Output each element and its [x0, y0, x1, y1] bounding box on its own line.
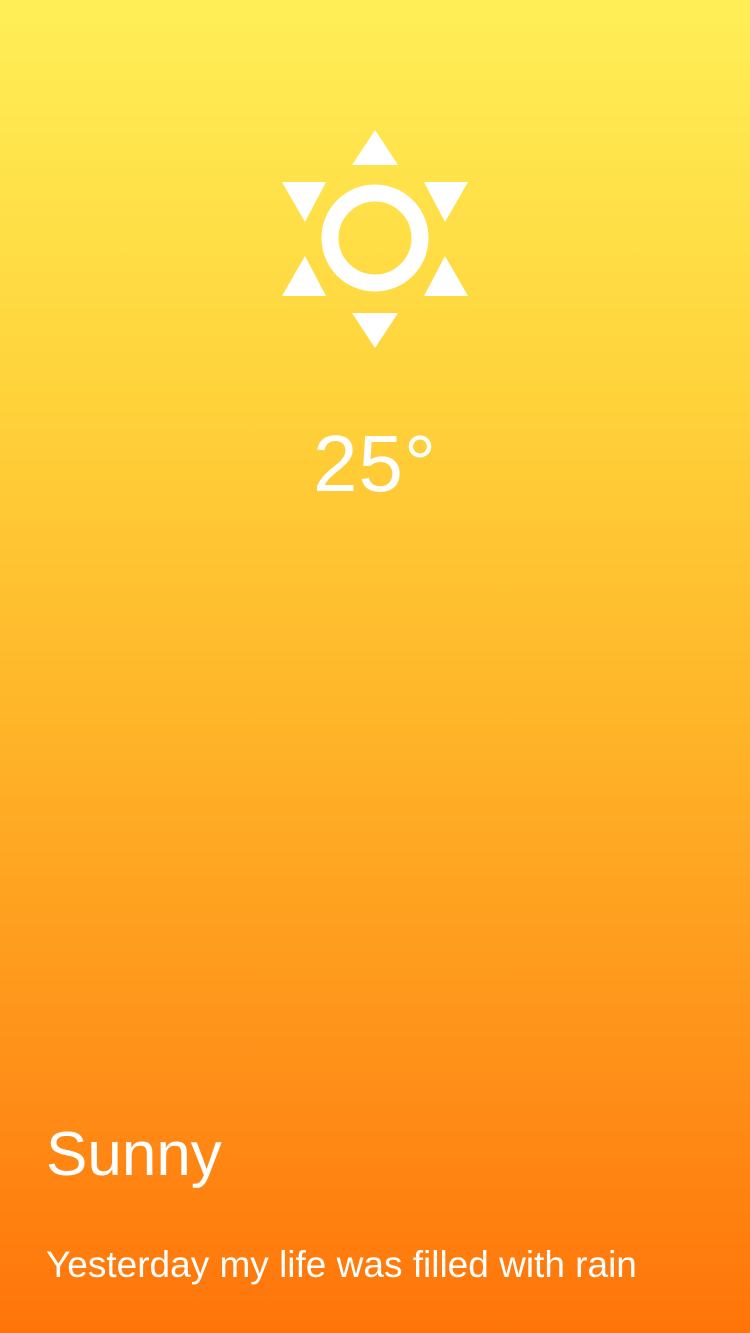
temperature-value: 25° [313, 419, 437, 508]
weather-description: Yesterday my life was filled with rain [46, 1244, 637, 1285]
sun-icon [282, 130, 468, 348]
condition-label: Sunny [46, 1120, 222, 1189]
weather-screen: 25° Sunny Yesterday my life was filled w… [0, 0, 750, 1333]
